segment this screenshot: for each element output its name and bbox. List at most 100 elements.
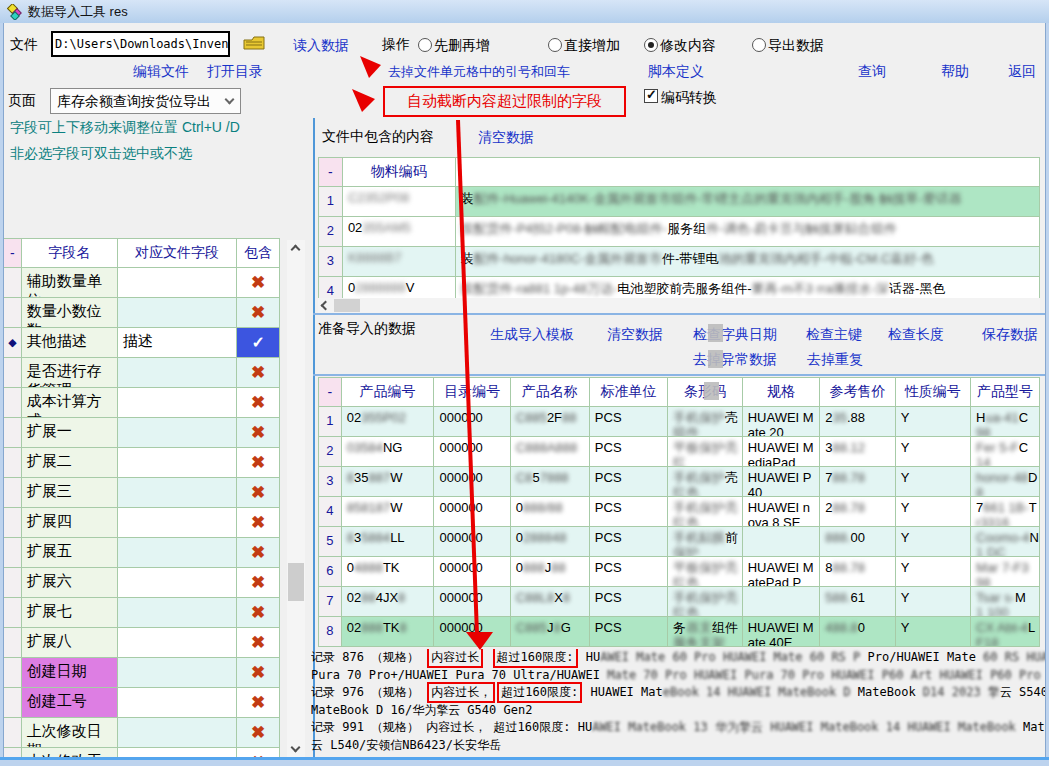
nature-cell[interactable]: Y <box>895 557 970 587</box>
product-code-cell[interactable]: 03584NG <box>341 437 434 467</box>
product-code-cell[interactable]: 04888TK <box>341 557 434 587</box>
price-cell[interactable]: 788.78 <box>820 467 895 497</box>
unit-cell[interactable]: PCS <box>589 557 667 587</box>
spec-cell[interactable]: HUAWEI nova 8 SE <box>742 497 820 527</box>
model-cell[interactable]: Tsar s-M1 100 <box>971 587 1040 617</box>
file-field-cell[interactable] <box>117 418 236 448</box>
product-code-cell[interactable]: 02355P02 <box>341 407 434 437</box>
product-name-cell[interactable]: 0288848 <box>510 527 589 557</box>
scroll-left-icon[interactable] <box>321 301 331 311</box>
barcode-cell[interactable]: 手机保护壳组件 <box>668 407 743 437</box>
product-code-cell[interactable]: 835884LL <box>341 527 434 557</box>
product-name-cell[interactable]: 0888/88 <box>510 497 589 527</box>
field-name-cell[interactable]: 辅助数量单位 <box>21 268 117 298</box>
file-field-cell[interactable] <box>117 508 236 538</box>
model-cell[interactable]: Hua-41C98 <box>971 407 1040 437</box>
material-code-cell[interactable]: C2352P08 <box>342 187 455 217</box>
field-name-cell[interactable]: 其他描述 <box>21 328 117 358</box>
include-cell[interactable]: ✖ <box>237 358 280 388</box>
field-name-cell[interactable]: 扩展五 <box>21 538 117 568</box>
nature-cell[interactable]: Y <box>895 497 970 527</box>
barcode-cell[interactable]: 手机保护壳红色 <box>668 587 743 617</box>
spec-cell[interactable]: HUAWEI Mate 40E <box>742 617 820 647</box>
model-cell[interactable]: Fer 5-FC14 <box>971 437 1040 467</box>
field-name-cell[interactable]: 扩展二 <box>21 448 117 478</box>
field-name-cell[interactable]: 扩展一 <box>21 418 117 448</box>
import-link[interactable]: 保存数据 <box>982 326 1038 344</box>
file-table-hscrollbar[interactable] <box>318 298 1040 313</box>
file-field-cell[interactable] <box>117 538 236 568</box>
back-link[interactable]: 返回 <box>1008 63 1036 81</box>
import-link[interactable]: 生成导入模板 <box>490 326 574 344</box>
include-cell[interactable]: ✓ <box>237 328 280 358</box>
include-cell[interactable]: ✖ <box>237 628 280 658</box>
spec-cell[interactable]: HUAWEI Mate 20 <box>742 407 820 437</box>
nature-cell[interactable]: Y <box>895 587 970 617</box>
radio-label[interactable]: 导出数据 <box>768 37 824 55</box>
include-cell[interactable]: ✖ <box>237 268 280 298</box>
field-table-scrollbar[interactable] <box>287 240 305 757</box>
field-name-cell[interactable]: 扩展八 <box>21 628 117 658</box>
product-name-cell[interactable]: C88L8X8 <box>510 587 589 617</box>
file-field-cell[interactable] <box>117 358 236 388</box>
catalog-code-cell[interactable]: 000000 <box>434 407 510 437</box>
product-name-cell[interactable]: C857888 <box>510 467 589 497</box>
query-link[interactable]: 查询 <box>858 63 886 81</box>
field-name-cell[interactable]: 扩展三 <box>21 478 117 508</box>
include-cell[interactable]: ✖ <box>237 598 280 628</box>
barcode-cell[interactable]: 手机贴膜前保护 <box>668 527 743 557</box>
hscrollbar-thumb[interactable] <box>334 299 360 312</box>
import-link[interactable]: 检查主键 <box>806 326 862 344</box>
file-field-cell[interactable] <box>117 388 236 418</box>
barcode-cell[interactable]: 务器支组件服务支架 <box>668 617 743 647</box>
include-cell[interactable]: ✖ <box>237 568 280 598</box>
unit-cell[interactable]: PCS <box>589 497 667 527</box>
material-code-cell[interactable]: 02355AM5 <box>342 217 455 247</box>
file-content-cell[interactable]: 按配货件-P4拍2-P08-触帽配电组件-服务组件-调色-易卡豆与触摸屏贴合组件 <box>455 217 1039 247</box>
file-field-cell[interactable] <box>117 268 236 298</box>
price-cell[interactable]: 288.78 <box>820 497 895 527</box>
spec-cell[interactable]: HUAWEI MediaPad <box>742 437 820 467</box>
file-field-cell[interactable] <box>117 688 236 718</box>
unit-cell[interactable]: PCS <box>589 527 667 557</box>
encode-checkbox[interactable] <box>644 89 658 103</box>
include-cell[interactable]: ✖ <box>237 688 280 718</box>
barcode-cell[interactable]: 手机保护壳红色 <box>668 467 743 497</box>
nature-cell[interactable]: Y <box>895 467 970 497</box>
edit-file-link[interactable]: 编辑文件 <box>133 63 189 81</box>
import-link[interactable]: 检查字典日期 <box>693 326 777 344</box>
product-code-cell[interactable]: 835887W <box>341 467 434 497</box>
product-name-cell[interactable]: C888A888 <box>510 437 589 467</box>
field-name-cell[interactable]: 上次修改日期 <box>21 718 117 748</box>
include-cell[interactable]: ✖ <box>237 718 280 748</box>
nature-cell[interactable]: Y <box>895 617 970 647</box>
radio-直接增加[interactable] <box>548 38 562 52</box>
material-code-cell[interactable]: 02888888V <box>342 277 455 299</box>
file-field-cell[interactable] <box>117 628 236 658</box>
product-name-cell[interactable]: 0888J88 <box>510 557 589 587</box>
model-cell[interactable]: Mar 7-F398 <box>971 557 1040 587</box>
price-cell[interactable]: 888.78 <box>820 557 895 587</box>
model-cell[interactable]: CX Abt-4LF18 <box>971 617 1040 647</box>
field-name-cell[interactable]: 扩展六 <box>21 568 117 598</box>
file-content-cell[interactable]: 装配件-Huawei-4140K-金属外观首市组件-常锂主点的重克强内相手-股角… <box>455 187 1039 217</box>
model-cell[interactable]: 7661 1B-Tr3316 <box>971 497 1040 527</box>
spec-cell[interactable] <box>742 527 820 557</box>
file-path-input[interactable]: D:\Users\Downloads\Inven <box>51 31 230 57</box>
radio-修改内容[interactable] <box>644 38 658 52</box>
scrollbar-thumb[interactable] <box>288 563 304 601</box>
unit-cell[interactable]: PCS <box>589 467 667 497</box>
clear-file-data-link[interactable]: 清空数据 <box>478 129 534 147</box>
file-field-cell[interactable]: 描述 <box>117 328 236 358</box>
product-code-cell[interactable]: 02884JX8 <box>341 587 434 617</box>
product-code-cell[interactable]: 858187W <box>341 497 434 527</box>
barcode-cell[interactable]: 平板保护壳红色 <box>668 557 743 587</box>
page-select[interactable]: 库存余额查询按货位导出 <box>50 88 241 114</box>
file-field-cell[interactable] <box>117 448 236 478</box>
barcode-cell[interactable]: 手机保护壳红色 <box>668 497 743 527</box>
field-name-cell[interactable]: 成本计算方式 <box>21 388 117 418</box>
read-data-link[interactable]: 读入数据 <box>293 37 349 55</box>
include-cell[interactable]: ✖ <box>237 388 280 418</box>
nature-cell[interactable]: Y <box>895 437 970 467</box>
catalog-code-cell[interactable]: 000000 <box>434 467 510 497</box>
